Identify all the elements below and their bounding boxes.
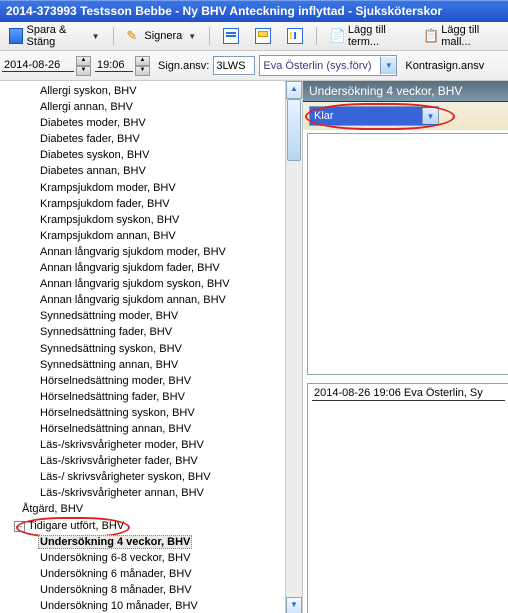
tree-item[interactable]: Synnedsättning annan, BHV xyxy=(4,357,302,373)
view-list-icon xyxy=(223,28,239,44)
sign-ansv-label: Sign.ansv: xyxy=(158,60,209,72)
tree-item[interactable]: Diabetes moder, BHV xyxy=(4,115,302,131)
sign-button[interactable]: Signera ▼ xyxy=(121,26,201,46)
tree-item[interactable]: Annan långvarig sjukdom fader, BHV xyxy=(4,260,302,276)
tree-item[interactable]: Undersökning 10 månader, BHV xyxy=(4,598,302,613)
kontrasign-label: Kontrasign.ansv xyxy=(405,60,484,72)
scrollbar-vertical[interactable]: ▲ ▼ xyxy=(285,81,302,613)
view-mode-3[interactable] xyxy=(282,25,308,47)
tree-item[interactable]: Hörselnedsättning fader, BHV xyxy=(4,389,302,405)
tree-item[interactable]: Undersökning 4 veckor, BHV xyxy=(4,534,302,550)
window-title: 2014-373993 Testsson Bebbe - Ny BHV Ante… xyxy=(0,0,508,22)
tree-item[interactable]: Allergi annan, BHV xyxy=(4,99,302,115)
scroll-up-icon[interactable]: ▲ xyxy=(286,81,302,99)
save-close-button[interactable]: Spara & Stäng ▼ xyxy=(4,21,105,51)
tree-item[interactable]: Krampsjukdom moder, BHV xyxy=(4,180,302,196)
tree-item[interactable]: –Tidigare utfört, BHV xyxy=(4,518,302,534)
detail-header: Undersökning 4 veckor, BHV xyxy=(303,81,508,102)
scroll-thumb[interactable] xyxy=(287,99,301,161)
chevron-down-icon: ▼ xyxy=(422,108,438,124)
tree-item[interactable]: Krampsjukdom fader, BHV xyxy=(4,196,302,212)
view-top-icon xyxy=(255,28,271,44)
tree-item[interactable]: Hörselnedsättning annan, BHV xyxy=(4,421,302,437)
chevron-down-icon: ▼ xyxy=(380,57,396,74)
tree-item[interactable]: Diabetes fader, BHV xyxy=(4,131,302,147)
view-split-icon xyxy=(287,28,303,44)
chevron-down-icon: ▼ xyxy=(92,32,100,41)
tree-item[interactable]: Krampsjukdom syskon, BHV xyxy=(4,212,302,228)
document-icon xyxy=(330,29,344,43)
meta-toolbar: ▲▼ ▲▼ Sign.ansv: Eva Österlin (sys.förv)… xyxy=(0,51,508,81)
tree-item[interactable]: Krampsjukdom annan, BHV xyxy=(4,228,302,244)
code-input[interactable] xyxy=(213,56,255,75)
pencil-icon xyxy=(126,29,140,43)
tree-item[interactable]: Synnedsättning fader, BHV xyxy=(4,324,302,340)
tree-item[interactable]: Läs-/ skrivsvårigheter syskon, BHV xyxy=(4,469,302,485)
tree-item[interactable]: Hörselnedsättning syskon, BHV xyxy=(4,405,302,421)
tree-item[interactable]: Undersökning 6-8 veckor, BHV xyxy=(4,550,302,566)
tree-item[interactable]: Läs-/skrivsvårigheter fader, BHV xyxy=(4,453,302,469)
add-term-button[interactable]: Lägg till term... xyxy=(325,21,412,51)
tree-item[interactable]: Diabetes annan, BHV xyxy=(4,163,302,179)
collapse-icon[interactable]: – xyxy=(14,521,25,532)
main-toolbar: Spara & Stäng ▼ Signera ▼ Lägg till term… xyxy=(0,22,508,51)
tree-item[interactable]: Åtgärd, BHV xyxy=(4,501,302,517)
tree-item[interactable]: Diabetes syskon, BHV xyxy=(4,147,302,163)
tree-item[interactable]: Undersökning 8 månader, BHV xyxy=(4,582,302,598)
tree-item[interactable]: Synnedsättning moder, BHV xyxy=(4,308,302,324)
time-spinner[interactable]: ▲▼ xyxy=(135,56,150,76)
tree-item[interactable]: Annan långvarig sjukdom annan, BHV xyxy=(4,292,302,308)
time-input[interactable] xyxy=(95,59,133,72)
tree-item[interactable]: Läs-/skrivsvårigheter moder, BHV xyxy=(4,437,302,453)
tree-item[interactable]: Synnedsättning syskon, BHV xyxy=(4,341,302,357)
chevron-down-icon: ▼ xyxy=(188,32,196,41)
scroll-down-icon[interactable]: ▼ xyxy=(286,597,302,613)
responsible-select[interactable]: Eva Österlin (sys.förv) ▼ xyxy=(259,55,397,76)
date-spinner[interactable]: ▲▼ xyxy=(76,56,91,76)
detail-pane: Undersökning 4 veckor, BHV Klar ▼ 2014-0… xyxy=(303,81,508,613)
tree-item[interactable]: Hörselnedsättning moder, BHV xyxy=(4,373,302,389)
blank-panel xyxy=(307,133,508,375)
view-mode-1[interactable] xyxy=(218,25,244,47)
tree-item[interactable]: Allergi syskon, BHV xyxy=(4,83,302,99)
status-row: Klar ▼ xyxy=(303,102,508,130)
tree-item[interactable]: Annan långvarig sjukdom syskon, BHV xyxy=(4,276,302,292)
history-panel: 2014-08-26 19:06 Eva Österlin, Sy xyxy=(307,383,508,613)
tree-item[interactable]: Läs-/skrivsvårigheter annan, BHV xyxy=(4,485,302,501)
clipboard-icon xyxy=(423,29,437,43)
tree-pane: Allergi syskon, BHVAllergi annan, BHVDia… xyxy=(0,81,303,613)
add-template-button[interactable]: Lägg till mall... xyxy=(418,21,504,51)
save-icon xyxy=(9,28,23,44)
tree-item[interactable]: Annan långvarig sjukdom moder, BHV xyxy=(4,244,302,260)
tree-item[interactable]: Undersökning 6 månader, BHV xyxy=(4,566,302,582)
history-entry: 2014-08-26 19:06 Eva Österlin, Sy xyxy=(312,387,505,401)
date-input[interactable] xyxy=(2,59,74,72)
view-mode-2[interactable] xyxy=(250,25,276,47)
status-select[interactable]: Klar ▼ xyxy=(309,106,439,126)
